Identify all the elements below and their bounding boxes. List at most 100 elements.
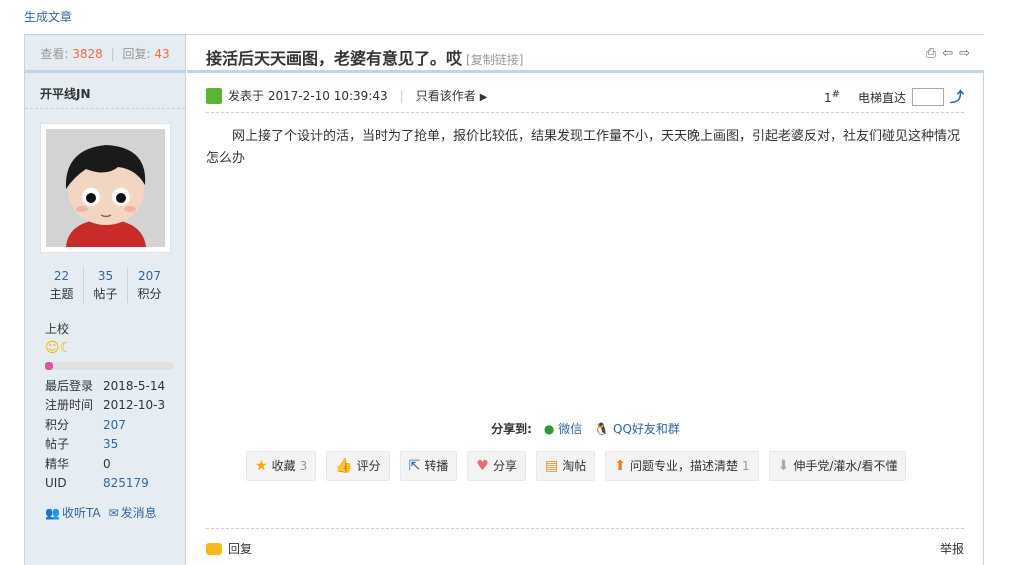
envelope-icon: ✉ — [108, 506, 119, 520]
credit-progress-bar — [45, 362, 174, 370]
medals: ☺☾ — [45, 340, 72, 356]
tray-icon: ▤ — [545, 458, 559, 474]
footer-divider-line — [206, 528, 964, 529]
info-value: 0 — [103, 456, 111, 471]
info-value: 2018-5-14 — [103, 379, 166, 393]
info-row: 积分 207 — [45, 416, 165, 435]
upvote-label: 问题专业，描述清楚 — [629, 459, 738, 473]
report-link[interactable]: 举报 — [940, 540, 964, 557]
thumb-icon: 👍 — [335, 458, 353, 474]
share-wechat-label: 微信 — [558, 422, 583, 436]
jump-go-icon[interactable]: ⤴ — [950, 87, 964, 107]
send-message-button[interactable]: ✉ 发消息 — [109, 504, 157, 521]
follow-label: 收听TA — [61, 506, 101, 520]
forward-icon: ⇱ — [408, 458, 421, 474]
post-title: 接活后天天画图，老婆有意见了。哎 [复制链接] — [206, 45, 523, 69]
info-key: 最后登录 — [45, 379, 94, 393]
replies-label: 回复: — [122, 47, 151, 61]
next-thread-icon[interactable]: ⇨ — [959, 46, 970, 61]
info-key: 注册时间 — [45, 398, 94, 413]
qq-penguin-icon: 🐧 — [594, 422, 610, 436]
reply-bubble-icon — [206, 542, 222, 555]
post-action-buttons: ★ 收藏 3 👍 评分 ⇱ 转播 ♥ 分享 ▤ 淘帖 ⬆ 问题专业，描述清楚 1 ⬇ 伸手党/灌水… — [246, 451, 907, 481]
follow-button[interactable]: 👥 收听TA — [45, 504, 101, 521]
rate-button[interactable]: 👍 评分 — [326, 451, 390, 481]
downvote-button[interactable]: ⬇ 伸手党/灌水/看不懂 — [768, 451, 907, 481]
stat-points[interactable]: 207 积分 — [127, 267, 171, 303]
print-icon[interactable]: ⎙ — [926, 46, 936, 61]
reply-label: 回复 — [228, 542, 253, 556]
floor-number[interactable]: 1# — [824, 89, 840, 105]
stat-topics-value: 22 — [53, 269, 70, 283]
replies-count: 43 — [154, 47, 170, 61]
post-date: 发表于 2017-2-10 10:39:43 — [228, 89, 388, 103]
info-row: 注册时间 2012-10-3 — [45, 396, 165, 415]
share-qq[interactable]: 🐧 QQ好友和群 — [594, 420, 680, 437]
info-value: 2012-10-3 — [103, 398, 166, 413]
stat-topics[interactable]: 22 主题 — [40, 267, 83, 303]
only-author-link[interactable]: 只看该作者 ▶ — [416, 87, 488, 104]
share-button[interactable]: ♥ 分享 — [467, 451, 526, 481]
stat-posts[interactable]: 35 帖子 — [83, 267, 127, 303]
favorite-button[interactable]: ★ 收藏 3 — [246, 451, 317, 481]
online-user-icon — [206, 87, 222, 104]
share-label: 分享到: — [491, 422, 532, 436]
stat-topics-label: 主题 — [49, 287, 74, 301]
stat-posts-label: 帖子 — [93, 287, 118, 301]
star-icon: ★ — [255, 458, 268, 474]
down-arrow-icon: ⬇ — [777, 458, 790, 474]
info-value-link[interactable]: 207 — [103, 416, 126, 435]
heart-icon: ♥ — [476, 458, 489, 474]
moon-medal-icon: ☾ — [59, 340, 73, 356]
author-info: 最后登录 2018-5-14 注册时间 2012-10-3 积分 207 帖子 35 精… — [45, 377, 165, 493]
info-value-link[interactable]: 35 — [103, 435, 118, 454]
favorite-label: 收藏 — [271, 459, 296, 473]
share-bar: 分享到: ● 微信 🐧 QQ好友和群 — [187, 420, 984, 437]
user-rank[interactable]: 上校 — [45, 320, 69, 337]
info-row: 精华 0 — [45, 455, 165, 474]
author-actions: 👥 收听TA ✉ 发消息 — [45, 504, 157, 521]
message-label: 发消息 — [120, 506, 157, 520]
info-key: UID — [45, 476, 67, 491]
favorite-count: 3 — [299, 459, 308, 473]
stat-posts-value: 35 — [97, 269, 114, 283]
views-label: 查看: — [40, 47, 69, 61]
downvote-label: 伸手党/灌水/看不懂 — [793, 459, 898, 473]
follow-user-icon: 👥 — [45, 506, 60, 520]
collect-label: 淘帖 — [562, 459, 587, 473]
collect-button[interactable]: ▤ 淘帖 — [536, 451, 596, 481]
share-wechat[interactable]: ● 微信 — [544, 420, 582, 437]
credit-progress-fill — [45, 362, 53, 370]
author-stats: 22 主题 35 帖子 207 积分 — [40, 267, 171, 303]
reply-button[interactable]: 回复 — [206, 540, 252, 557]
floor-nav: 1# 电梯直达 ⤴ — [824, 87, 964, 107]
forward-button[interactable]: ⇱ 转播 — [399, 451, 458, 481]
generate-article-link[interactable]: 生成文章 — [24, 8, 72, 25]
meta-divider-line — [206, 112, 964, 113]
post-frame: 查看: 3828 | 回复: 43 开平线JN 22 主题 35 帖子 207 … — [24, 34, 984, 565]
post-title-text: 接活后天天画图，老婆有意见了。哎 — [206, 49, 463, 68]
upvote-count: 1 — [742, 459, 750, 473]
title-bar: 接活后天天画图，老婆有意见了。哎 [复制链接] ⎙ ⇦ ⇨ — [187, 35, 984, 73]
stats-divider: | — [110, 47, 115, 61]
upvote-button[interactable]: ⬆ 问题专业，描述清楚 1 — [605, 451, 759, 481]
jump-floor-input[interactable] — [912, 88, 944, 106]
info-value-link[interactable]: 825179 — [103, 474, 149, 493]
up-arrow-icon: ⬆ — [614, 458, 626, 474]
info-key: 精华 — [45, 456, 70, 471]
title-tools: ⎙ ⇦ ⇨ — [926, 46, 970, 61]
avatar[interactable] — [40, 123, 171, 253]
views-count: 3828 — [72, 47, 103, 61]
forward-label: 转播 — [424, 459, 449, 473]
info-row: 最后登录 2018-5-14 — [45, 377, 165, 396]
rate-label: 评分 — [356, 459, 381, 473]
copy-link-button[interactable]: [复制链接] — [466, 53, 523, 67]
sun-medal-icon: ☺ — [45, 340, 60, 356]
thread-stats: 查看: 3828 | 回复: 43 — [25, 35, 185, 73]
post-content: 网上接了个设计的活，当时为了抢单，报价比较低，结果发现工作量不小，天天晚上画图，… — [206, 129, 961, 166]
prev-thread-icon[interactable]: ⇦ — [942, 46, 953, 61]
meta-divider: | — [399, 88, 404, 103]
wechat-icon: ● — [543, 422, 555, 436]
info-key: 积分 — [45, 417, 70, 432]
author-name[interactable]: 开平线JN — [25, 73, 185, 109]
